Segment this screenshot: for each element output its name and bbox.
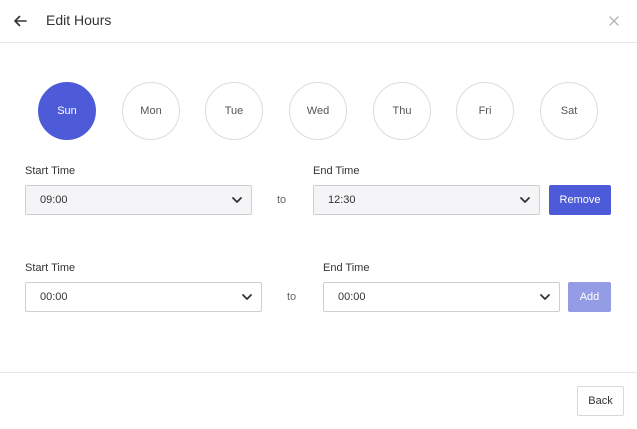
end-time-select[interactable]: 12:30	[313, 185, 540, 215]
footer-divider	[0, 372, 637, 373]
start-time-value: 00:00	[40, 291, 68, 303]
to-label: to	[277, 194, 287, 206]
back-button[interactable]: Back	[577, 386, 624, 416]
arrow-left-icon[interactable]	[12, 13, 28, 29]
start-time-label: Start Time	[25, 262, 76, 274]
start-time-select[interactable]: 09:00	[25, 185, 252, 215]
add-button[interactable]: Add	[568, 282, 611, 312]
end-time-select[interactable]: 00:00	[323, 282, 560, 312]
to-label: to	[287, 291, 297, 303]
day-mon[interactable]: Mon	[122, 82, 180, 140]
start-time-value: 09:00	[40, 194, 68, 206]
close-icon[interactable]	[607, 14, 621, 28]
end-time-value: 12:30	[328, 194, 356, 206]
end-time-label: End Time	[323, 262, 370, 274]
chevron-down-icon	[232, 197, 242, 203]
start-time-select[interactable]: 00:00	[25, 282, 262, 312]
remove-button[interactable]: Remove	[549, 185, 611, 215]
chevron-down-icon	[540, 294, 550, 300]
start-time-label: Start Time	[25, 165, 76, 177]
day-fri[interactable]: Fri	[456, 82, 514, 140]
day-tue[interactable]: Tue	[205, 82, 263, 140]
day-thu[interactable]: Thu	[373, 82, 431, 140]
day-wed[interactable]: Wed	[289, 82, 347, 140]
chevron-down-icon	[242, 294, 252, 300]
end-time-label: End Time	[313, 165, 360, 177]
day-sat[interactable]: Sat	[540, 82, 598, 140]
chevron-down-icon	[520, 197, 530, 203]
dialog-title: Edit Hours	[46, 12, 112, 28]
end-time-value: 00:00	[338, 291, 366, 303]
dialog-header: Edit Hours	[0, 0, 637, 43]
day-selector: Sun Mon Tue Wed Thu Fri Sat	[38, 82, 598, 140]
day-sun[interactable]: Sun	[38, 82, 96, 140]
